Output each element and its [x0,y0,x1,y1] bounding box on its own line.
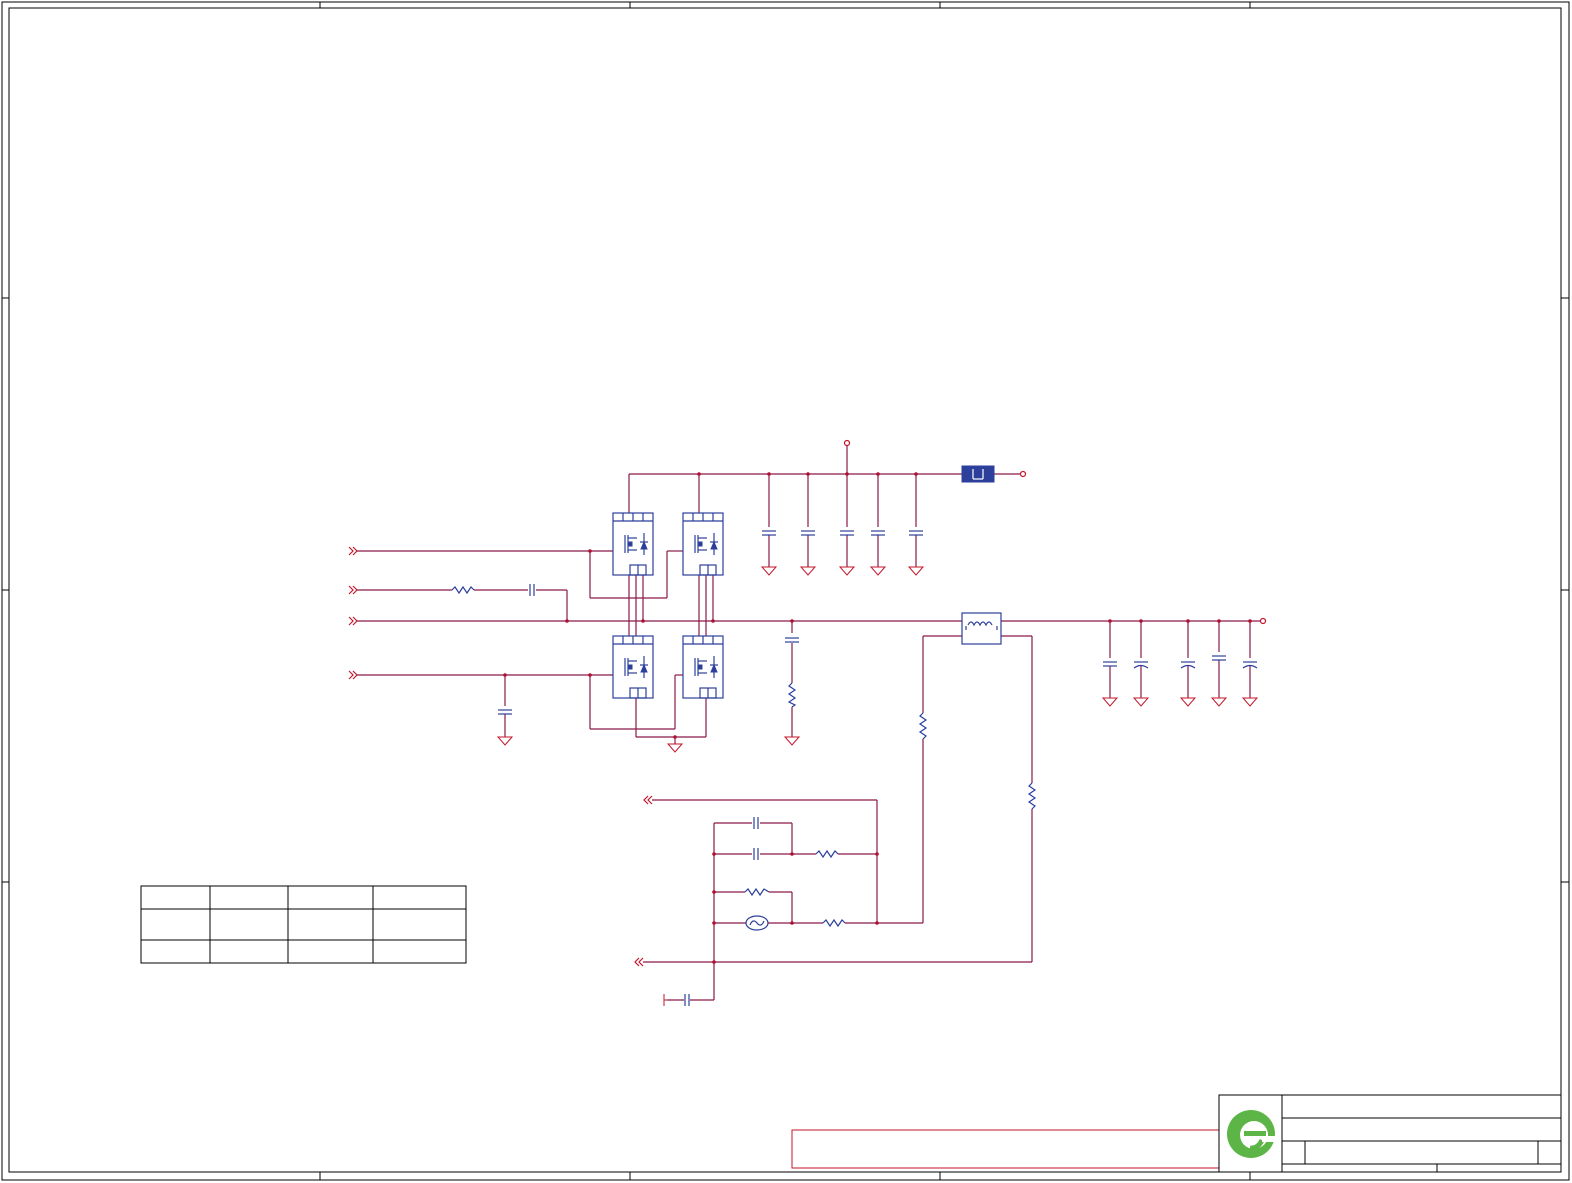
mosfet-high-side-a [612,512,654,576]
mosfet-low-side-b [682,635,724,699]
power-terminals [843,439,1267,625]
output-inductor [961,612,1002,645]
notes-box [791,1129,1220,1169]
input-ports [348,546,358,680]
input-fuse [961,465,995,483]
mosfet-low-side-a [612,635,654,699]
green-e-logo-icon [1227,1110,1278,1158]
ground-symbols [497,566,1258,1006]
thermistor [745,915,769,931]
drawing-frame [1,1,1570,1181]
info-table [140,885,467,964]
series-capacitors [529,584,759,1006]
resistors [451,585,1037,928]
schematic-sheet [1,1,1570,1181]
chassis-ground-icon [663,994,668,1006]
wires [357,446,1261,1001]
mosfet-high-side-b [682,512,724,576]
output-ports [634,795,653,967]
